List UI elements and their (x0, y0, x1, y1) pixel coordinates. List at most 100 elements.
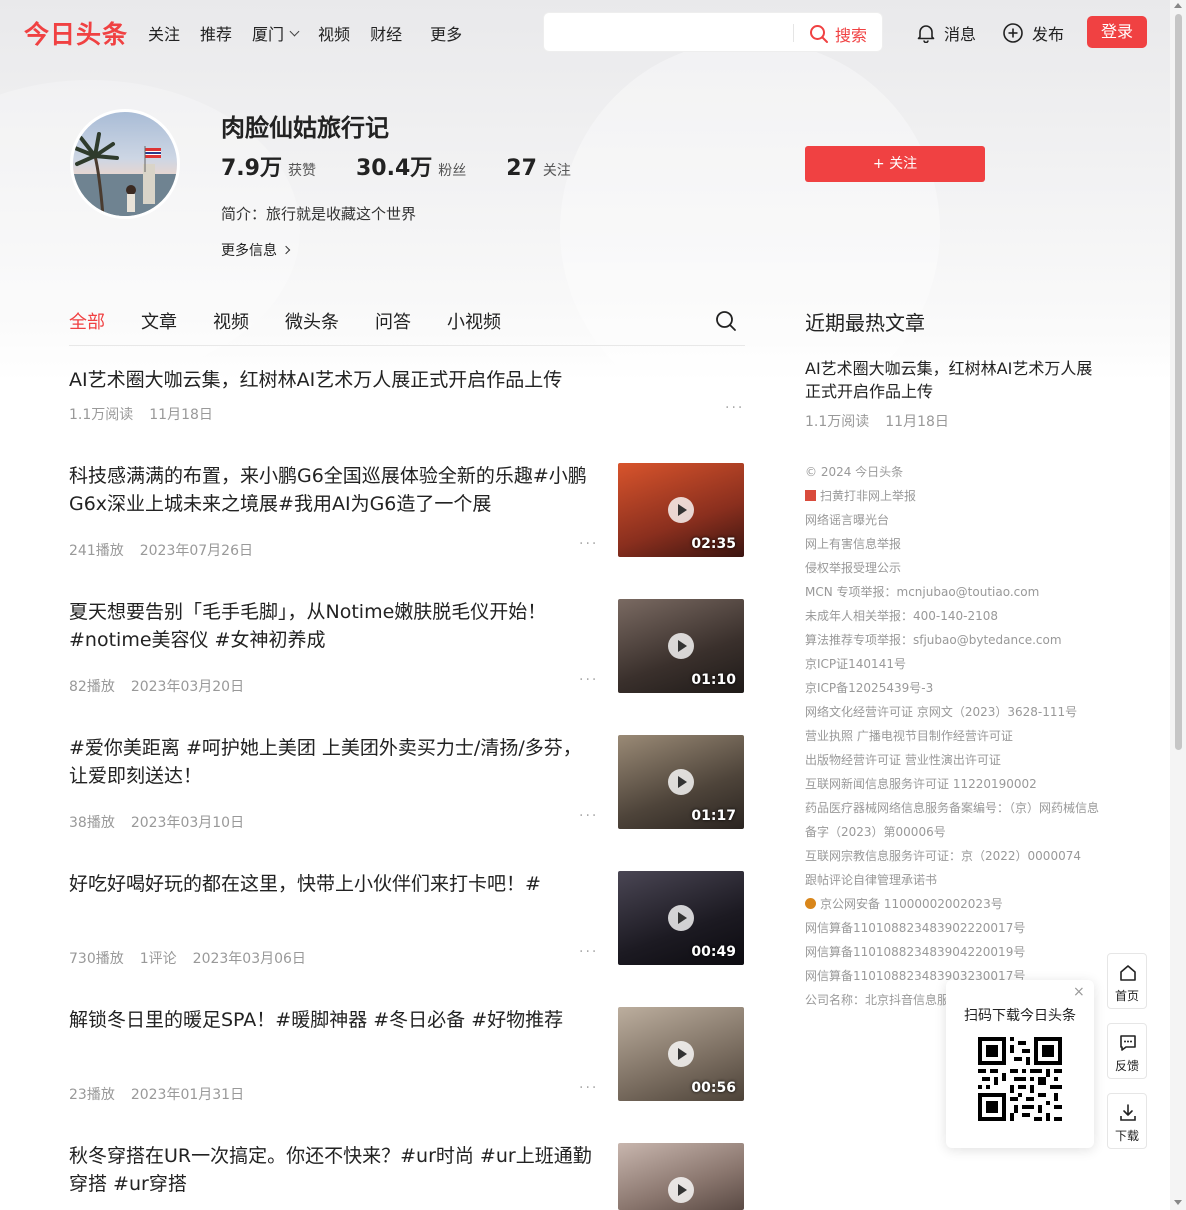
publish-button[interactable]: 发布 (1002, 21, 1064, 45)
video-thumbnail[interactable] (618, 1143, 744, 1210)
tab-qa[interactable]: 问答 (375, 308, 411, 334)
footer-link[interactable]: 京ICP备12025439号-3 (805, 676, 1105, 700)
video-thumbnail[interactable]: 02:35 (618, 463, 744, 557)
feed-item[interactable]: 解锁冬日里的暖足SPA！#暖脚神器 #冬日必备 #好物推荐 23播放 2023年… (69, 1006, 745, 1103)
nav-follow[interactable]: 关注 (148, 21, 180, 45)
follow-button[interactable]: + 关注 (805, 146, 985, 182)
footer-links: © 2024 今日头条 扫黄打非网上举报 网络谣言曝光台 网上有害信息举报 侵权… (805, 460, 1105, 1012)
video-thumbnail[interactable]: 01:17 (618, 735, 744, 829)
nav-city[interactable]: 厦门 (252, 21, 300, 45)
logo[interactable]: 今日头条 (24, 15, 128, 51)
tab-videos[interactable]: 视频 (213, 308, 249, 334)
feed-item-plays: 730播放 (69, 951, 124, 967)
feed-item-meta: 38播放 2023年03月10日 (69, 812, 260, 832)
feed-item[interactable]: 科技感满满的布置，来小鹏G6全国巡展体验全新的乐趣#小鹏G6x深业上城未来之境展… (69, 462, 745, 559)
avatar-image (73, 132, 177, 216)
feed-item-title[interactable]: 好吃好喝好玩的都在这里，快带上小伙伴们来打卡吧！# (69, 870, 599, 898)
nav-finance[interactable]: 财经 (370, 21, 402, 45)
feed-item-title[interactable]: #爱你美距离 #呵护她上美团 上美团外卖买力士/清扬/多芬，让爱即刻送达！ (69, 734, 599, 790)
nav-video[interactable]: 视频 (318, 21, 350, 45)
feed-item[interactable]: #爱你美距离 #呵护她上美团 上美团外卖买力士/清扬/多芬，让爱即刻送达！ 38… (69, 734, 745, 832)
tab-micro-posts[interactable]: 微头条 (285, 308, 339, 334)
profile-intro: 简介：旅行就是收藏这个世界 (221, 205, 417, 223)
feedback-tool-button[interactable]: 反馈 (1107, 1023, 1147, 1079)
tab-all[interactable]: 全部 (69, 308, 105, 334)
more-info-label: 更多信息 (221, 243, 277, 259)
more-info-link[interactable]: 更多信息 (221, 240, 291, 260)
play-icon (668, 1041, 694, 1067)
hot-article-meta: 1.1万阅读 11月18日 (805, 411, 965, 431)
following-label: 关注 (542, 163, 571, 179)
footer-link[interactable]: 跟帖评论自律管理承诺书 (805, 868, 1105, 892)
feed-item[interactable]: 好吃好喝好玩的都在这里，快带上小伙伴们来打卡吧！# 730播放 1评论 2023… (69, 870, 745, 968)
search-button[interactable]: 搜索 (809, 22, 867, 46)
more-options-icon[interactable]: ··· (579, 536, 598, 552)
chevron-right-icon (281, 245, 291, 255)
more-options-icon[interactable]: ··· (579, 1080, 598, 1096)
nav-recommend[interactable]: 推荐 (200, 21, 232, 45)
search-divider (793, 24, 794, 42)
scrollbar[interactable] (1170, 0, 1186, 1210)
likes-stat: 7.9万 获赞 (221, 150, 316, 182)
footer-link[interactable]: 网络谣言曝光台 (805, 508, 1105, 532)
scrollbar-thumb[interactable] (1175, 14, 1182, 750)
search-input[interactable] (554, 21, 789, 45)
feed-item-comments: 1评论 (139, 951, 177, 967)
feed-item-title[interactable]: AI艺术圈大咖云集，红树林AI艺术万人展正式开启作品上传 (69, 366, 562, 394)
feed-item-date: 2023年03月20日 (130, 679, 245, 695)
nav-city-label: 厦门 (252, 25, 285, 44)
feed-item[interactable]: AI艺术圈大咖云集，红树林AI艺术万人展正式开启作品上传 1.1万阅读 11月1… (69, 366, 745, 446)
feed-item[interactable]: 夏天想要告别「毛手毛脚」，从Notime嫩肤脱毛仪开始！#notime美容仪 #… (69, 598, 745, 695)
login-button[interactable]: 登录 (1087, 16, 1147, 48)
copyright: © 2024 今日头条 (805, 465, 904, 479)
play-icon (668, 497, 694, 523)
feed-item-title[interactable]: 解锁冬日里的暖足SPA！#暖脚神器 #冬日必备 #好物推荐 (69, 1006, 599, 1034)
video-duration: 01:17 (691, 808, 736, 824)
messages-button[interactable]: 消息 (916, 21, 976, 45)
more-options-icon[interactable]: ··· (579, 672, 598, 688)
scroll-up-arrow-icon[interactable] (1174, 3, 1182, 8)
home-tool-button[interactable]: 首页 (1107, 953, 1147, 1009)
tab-short-videos[interactable]: 小视频 (447, 308, 501, 334)
video-thumbnail[interactable]: 00:56 (618, 1007, 744, 1101)
footer-link[interactable]: 营业执照 广播电视节目制作经营许可证 (805, 724, 1105, 748)
profile-stats: 7.9万 获赞 30.4万 粉丝 27 关注 (221, 150, 611, 182)
download-tool-label: 下载 (1114, 1129, 1139, 1143)
video-thumbnail[interactable]: 00:49 (618, 871, 744, 965)
footer-text: 算法推荐专项举报：sfjubao@bytedance.com (805, 633, 1062, 647)
footer-link[interactable]: 扫黄打非网上举报 (805, 484, 1105, 508)
feed-item-title[interactable]: 夏天想要告别「毛手毛脚」，从Notime嫩肤脱毛仪开始！#notime美容仪 #… (69, 598, 599, 654)
feed-item-title[interactable]: 秋冬穿搭在UR一次搞定。你还不快来？#ur时尚 #ur上班通勤穿搭 #ur穿搭 (69, 1142, 599, 1198)
tab-search-button[interactable] (715, 310, 737, 336)
footer-link[interactable]: 京公网安备 11000002002023号 (805, 892, 1105, 916)
video-duration: 00:56 (691, 1080, 736, 1096)
footer-link[interactable]: 京ICP证140141号 (805, 652, 1105, 676)
footer-link[interactable]: 网络文化经营许可证 京网文（2023）3628-111号 (805, 700, 1105, 724)
feed-item-date: 2023年01月31日 (130, 1087, 245, 1103)
footer-link[interactable]: 互联网新闻信息服务许可证 11220190002 (805, 772, 1105, 796)
fans-stat[interactable]: 30.4万 粉丝 (356, 150, 466, 182)
video-thumbnail[interactable]: 01:10 (618, 599, 744, 693)
close-icon[interactable]: × (1073, 984, 1085, 1000)
scroll-down-arrow-icon[interactable] (1174, 1200, 1182, 1205)
feed-item-plays: 38播放 (69, 815, 115, 831)
more-options-icon[interactable]: ··· (725, 400, 744, 416)
footer-link[interactable]: 侵权举报受理公示 (805, 556, 1105, 580)
feed-item[interactable]: 秋冬穿搭在UR一次搞定。你还不快来？#ur时尚 #ur上班通勤穿搭 #ur穿搭 (69, 1142, 745, 1210)
home-tool-label: 首页 (1114, 989, 1139, 1003)
avatar[interactable] (70, 109, 180, 219)
tab-articles[interactable]: 文章 (141, 308, 177, 334)
following-stat[interactable]: 27 关注 (506, 156, 571, 181)
download-tool-button[interactable]: 下载 (1107, 1093, 1147, 1149)
feed-item-date: 11月18日 (149, 407, 213, 423)
qr-code (978, 1037, 1062, 1121)
nav-more[interactable]: 更多 (430, 21, 462, 45)
feed-item-title[interactable]: 科技感满满的布置，来小鹏G6全国巡展体验全新的乐趣#小鹏G6x深业上城未来之境展… (69, 462, 599, 518)
feed-item-meta: 730播放 1评论 2023年03月06日 (69, 948, 322, 968)
video-duration: 00:49 (691, 944, 736, 960)
hot-article-title[interactable]: AI艺术圈大咖云集，红树林AI艺术万人展正式开启作品上传 (805, 357, 1105, 403)
footer-link[interactable]: 出版物经营许可证 营业性演出许可证 (805, 748, 1105, 772)
footer-link[interactable]: 网上有害信息举报 (805, 532, 1105, 556)
more-options-icon[interactable]: ··· (579, 808, 598, 824)
more-options-icon[interactable]: ··· (579, 944, 598, 960)
